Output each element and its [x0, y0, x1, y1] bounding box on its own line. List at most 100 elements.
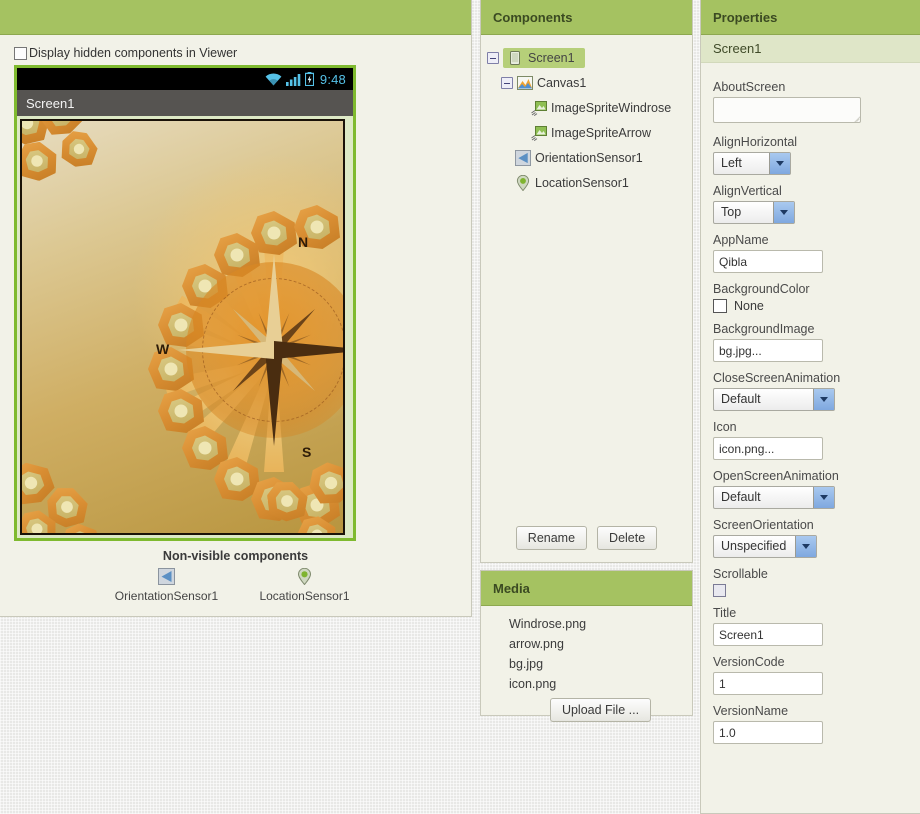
- orientation-sensor-icon: [158, 568, 175, 585]
- chevron-down-icon[interactable]: [769, 153, 790, 174]
- title-input[interactable]: [713, 623, 823, 646]
- property-label-backgroundcolor: BackgroundColor: [713, 282, 810, 296]
- display-hidden-components-checkbox[interactable]: [14, 46, 27, 60]
- non-visible-label: LocationSensor1: [259, 589, 350, 603]
- direction-label-s: S: [302, 444, 312, 460]
- property-label-versioncode: VersionCode: [713, 655, 785, 669]
- rename-button[interactable]: Rename: [515, 526, 588, 550]
- aboutscreen-textarea[interactable]: [713, 97, 861, 123]
- scrollable-checkbox[interactable]: [713, 584, 726, 597]
- tree-item-imagespritewindrose[interactable]: ImageSpriteWindrose: [487, 95, 686, 120]
- property-label-versionname: VersionName: [713, 704, 789, 718]
- property-label-closescreenanimation: CloseScreenAnimation: [713, 371, 841, 385]
- display-hidden-components-row[interactable]: Display hidden components in Viewer: [14, 46, 461, 60]
- components-panel-header: Components: [481, 0, 692, 35]
- viewer-panel-header: [0, 0, 471, 35]
- delete-button[interactable]: Delete: [597, 526, 658, 550]
- tree-item-label: LocationSensor1: [535, 175, 629, 190]
- chevron-down-icon[interactable]: [795, 536, 816, 557]
- backgroundimage-input[interactable]: [713, 339, 823, 362]
- media-file-item[interactable]: icon.png: [509, 674, 692, 694]
- versioncode-input[interactable]: [713, 672, 823, 695]
- property-label-screenorientation: ScreenOrientation: [713, 518, 814, 532]
- tree-item-label: Canvas1: [537, 75, 587, 90]
- viewer-panel: Display hidden components in Viewer 9:48…: [0, 0, 472, 617]
- property-label-appname: AppName: [713, 233, 769, 247]
- tree-item-locationsensor1[interactable]: LocationSensor1: [487, 170, 686, 195]
- location-sensor-icon: [297, 567, 312, 586]
- properties-panel: Properties Screen1 AboutScreen AlignHori…: [700, 0, 920, 814]
- media-file-item[interactable]: arrow.png: [509, 634, 692, 654]
- media-file-item[interactable]: Windrose.png: [509, 614, 692, 634]
- alignvertical-select[interactable]: Top: [713, 201, 795, 224]
- properties-panel-header: Properties: [701, 0, 920, 35]
- media-panel: Media Windrose.png arrow.png bg.jpg icon…: [480, 570, 693, 722]
- tree-item-screen1[interactable]: Screen1: [487, 45, 686, 70]
- tree-item-label: OrientationSensor1: [535, 150, 643, 165]
- canvas-artwork: N W S: [22, 121, 343, 533]
- tree-item-orientationsensor1[interactable]: OrientationSensor1: [487, 145, 686, 170]
- collapse-toggle-icon[interactable]: [487, 51, 499, 64]
- media-file-list: Windrose.png arrow.png bg.jpg icon.png U…: [481, 606, 692, 726]
- screen-area: N W S: [17, 116, 353, 538]
- property-label-openscreenanimation: OpenScreenAnimation: [713, 469, 839, 483]
- direction-label-n: N: [298, 234, 309, 250]
- property-label-scrollable: Scrollable: [713, 567, 768, 581]
- canvas-icon: [517, 75, 533, 90]
- property-label-aboutscreen: AboutScreen: [713, 80, 786, 94]
- appname-input[interactable]: [713, 250, 823, 273]
- viewer-body: Display hidden components in Viewer 9:48…: [0, 35, 471, 611]
- canvas-component[interactable]: N W S: [20, 119, 345, 535]
- backgroundcolor-picker[interactable]: None: [713, 299, 908, 313]
- non-visible-item-locationsensor1[interactable]: LocationSensor1: [249, 567, 361, 603]
- collapse-toggle-icon[interactable]: [501, 76, 513, 89]
- tree-item-canvas1[interactable]: Canvas1: [487, 70, 686, 95]
- phone-mockup: 9:48 Screen1 N W S: [14, 65, 356, 541]
- location-sensor-icon: [516, 174, 530, 191]
- non-visible-item-orientationsensor1[interactable]: OrientationSensor1: [111, 568, 223, 603]
- tree-item-label: ImageSpriteArrow: [551, 125, 652, 140]
- property-label-icon: Icon: [713, 420, 737, 434]
- phone-status-bar: 9:48: [17, 68, 353, 90]
- component-tree-actions: Rename Delete: [481, 526, 692, 550]
- properties-list: AboutScreen AlignHorizontal Left AlignVe…: [701, 63, 920, 764]
- wifi-icon: [265, 72, 282, 85]
- property-label-backgroundimage: BackgroundImage: [713, 322, 815, 336]
- media-file-item[interactable]: bg.jpg: [509, 654, 692, 674]
- display-hidden-components-label: Display hidden components in Viewer: [29, 46, 238, 60]
- non-visible-label: OrientationSensor1: [114, 589, 219, 603]
- chevron-down-icon[interactable]: [773, 202, 794, 223]
- backgroundcolor-value: None: [734, 299, 764, 313]
- non-visible-components-title: Non-visible components: [162, 549, 309, 563]
- screenorientation-select[interactable]: Unspecified: [713, 535, 817, 558]
- versionname-input[interactable]: [713, 721, 823, 744]
- property-label-alignhorizontal: AlignHorizontal: [713, 135, 798, 149]
- icon-input[interactable]: [713, 437, 823, 460]
- direction-label-w: W: [156, 341, 170, 357]
- components-panel: Components Screen1 Canvas1 ImageSpriteWi…: [480, 0, 693, 563]
- tree-item-label: ImageSpriteWindrose: [551, 100, 672, 115]
- closescreenanimation-select[interactable]: Default: [713, 388, 835, 411]
- properties-subject: Screen1: [701, 35, 920, 63]
- property-label-title: Title: [713, 606, 737, 620]
- phone-clock: 9:48: [319, 71, 346, 87]
- phone-title-bar: Screen1: [17, 90, 353, 116]
- chevron-down-icon[interactable]: [813, 487, 834, 508]
- image-sprite-icon: [531, 100, 547, 116]
- property-label-alignvertical: AlignVertical: [713, 184, 782, 198]
- battery-charging-icon: [304, 72, 314, 86]
- alignhorizontal-select[interactable]: Left: [713, 152, 791, 175]
- component-tree: Screen1 Canvas1 ImageSpriteWindrose Imag…: [481, 35, 692, 201]
- image-sprite-icon: [531, 125, 547, 141]
- upload-file-button[interactable]: Upload File ...: [549, 698, 652, 722]
- chevron-down-icon[interactable]: [813, 389, 834, 410]
- signal-icon: [285, 73, 301, 86]
- non-visible-components-section: Non-visible components OrientationSensor…: [10, 549, 461, 603]
- tree-item-label: Screen1: [528, 50, 575, 65]
- media-panel-header: Media: [481, 571, 692, 606]
- color-swatch[interactable]: [713, 299, 727, 313]
- openscreenanimation-select[interactable]: Default: [713, 486, 835, 509]
- screen-icon: [510, 50, 520, 65]
- orientation-sensor-icon: [515, 149, 531, 166]
- tree-item-imagespritearrow[interactable]: ImageSpriteArrow: [487, 120, 686, 145]
